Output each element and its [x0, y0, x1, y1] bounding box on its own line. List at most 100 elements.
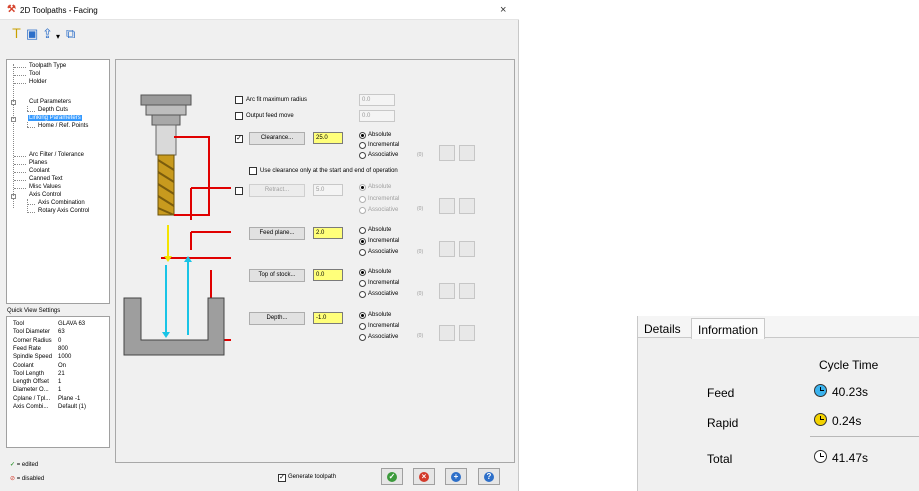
quick-view-row: Axis Combi... Default (1) [13, 404, 86, 410]
upload-icon[interactable]: ⇪ [42, 27, 53, 41]
info-tabs: Details Information [638, 316, 919, 339]
retract-incremental-label: Incremental [368, 196, 400, 202]
tree-item-holder[interactable]: Holder [29, 79, 47, 85]
feed-plane-value[interactable]: 2.0 [313, 227, 343, 239]
clearance-absolute-radio[interactable] [359, 132, 366, 139]
clearance-button[interactable]: Clearance... [249, 132, 305, 145]
output-feed-checkbox[interactable] [235, 112, 243, 120]
tree-item-canned-text[interactable]: Canned Text [29, 176, 63, 182]
tree-item-linking-parameters[interactable]: Linking Parameters [28, 115, 82, 121]
top-of-stock-select-button[interactable] [439, 283, 455, 299]
tree-item-home-ref-points[interactable]: Home / Ref. Points [38, 123, 88, 129]
add-button[interactable]: + [445, 468, 467, 485]
expand-icon[interactable]: - [11, 117, 16, 122]
depth-associative-radio[interactable] [359, 334, 366, 341]
quick-view-row: Coolant On [13, 363, 66, 369]
top-of-stock-associative-label: Associative [368, 291, 399, 297]
feed-plane-associative-label: Associative [368, 249, 399, 255]
retract-select-button[interactable] [439, 198, 455, 214]
top-of-stock-clear-button[interactable] [459, 283, 475, 299]
clearance-clear-button[interactable] [459, 145, 475, 161]
feed-label: Feed [707, 386, 735, 400]
close-button[interactable]: × [500, 4, 506, 16]
tree-item-tool[interactable]: Tool [29, 71, 40, 77]
tree-item-axis-combination[interactable]: Axis Combination [38, 200, 85, 206]
clearance-assoc-count: (0) [417, 152, 424, 158]
save-icon[interactable]: ▣ [26, 27, 38, 41]
retract-absolute-radio[interactable] [359, 184, 366, 191]
retract-assoc-count: (0) [417, 206, 424, 212]
expand-icon[interactable]: - [11, 194, 16, 199]
quick-view-value: On [58, 362, 67, 369]
output-feed-value[interactable]: 0.0 [359, 110, 395, 122]
top-of-stock-incremental-radio[interactable] [359, 280, 366, 287]
depth-assoc-count: (0) [417, 333, 424, 339]
top-of-stock-button[interactable]: Top of stock... [249, 269, 305, 282]
tree-item-rotary-axis-control[interactable]: Rotary Axis Control [38, 208, 89, 214]
feed-plane-clear-button[interactable] [459, 241, 475, 257]
top-of-stock-associative-radio[interactable] [359, 291, 366, 298]
quick-view-value: GLAVA 63 [58, 321, 86, 327]
feed-plane-button[interactable]: Feed plane... [249, 227, 305, 240]
retract-button[interactable]: Retract... [249, 184, 305, 197]
tree-item-label: Tool [29, 71, 41, 77]
depth-incremental-radio[interactable] [359, 323, 366, 330]
tree-item-planes[interactable]: Planes [29, 160, 47, 166]
retract-value[interactable]: 5.0 [313, 184, 343, 196]
window-title: 2D Toolpaths - Facing [20, 6, 98, 15]
tree-item-toolpath-type[interactable]: Toolpath Type [29, 63, 66, 69]
quick-view-value: Plane -1 [58, 395, 81, 402]
retract-incremental-radio[interactable] [359, 196, 366, 203]
export-icon[interactable]: ⧉ [66, 27, 75, 41]
quick-view-value: 1000 [58, 354, 72, 361]
tree-item-label: Arc Filter / Tolerance [29, 152, 84, 158]
top-of-stock-absolute-radio[interactable] [359, 269, 366, 276]
help-button[interactable]: ? [478, 468, 500, 485]
use-clearance-label: Use clearance only at the start and end … [260, 168, 398, 174]
depth-absolute-radio[interactable] [359, 312, 366, 319]
tree-item-depth-cuts[interactable]: Depth Cuts [38, 107, 68, 113]
depth-clear-button[interactable] [459, 325, 475, 341]
retract-checkbox[interactable] [235, 187, 243, 195]
retract-clear-button[interactable] [459, 198, 475, 214]
top-of-stock-value[interactable]: 0.0 [313, 269, 343, 281]
toolpath-dialog: ⚒ 2D Toolpaths - Facing × Ｔ ▣ ⇪ ▾ ⧉ Tool… [0, 0, 519, 491]
arc-fit-checkbox[interactable] [235, 96, 243, 104]
cancel-button[interactable]: × [413, 468, 435, 485]
arc-fit-value[interactable]: 0.0 [359, 94, 395, 106]
clearance-incremental-radio[interactable] [359, 142, 366, 149]
tree-item-cut-parameters[interactable]: Cut Parameters [29, 99, 71, 105]
tab-information[interactable]: Information [691, 318, 766, 339]
depth-button[interactable]: Depth... [249, 312, 305, 325]
tree-item-arc-filter[interactable]: Arc Filter / Tolerance [29, 152, 84, 158]
use-clearance-checkbox[interactable] [249, 167, 257, 175]
tree-item-misc-values[interactable]: Misc Values [29, 184, 61, 190]
dropdown-arrow-icon[interactable]: ▾ [56, 30, 60, 44]
depth-select-button[interactable] [439, 325, 455, 341]
clearance-select-button[interactable] [439, 145, 455, 161]
feed-plane-associative-radio[interactable] [359, 249, 366, 256]
retract-associative-radio[interactable] [359, 207, 366, 214]
background-strip [519, 0, 538, 491]
feed-plane-select-button[interactable] [439, 241, 455, 257]
linking-diagram [123, 94, 231, 356]
clearance-checkbox[interactable]: ✓ [235, 135, 243, 143]
tool-icon[interactable]: Ｔ [10, 27, 23, 41]
tab-details[interactable]: Details [644, 322, 681, 336]
clearance-associative-radio[interactable] [359, 152, 366, 159]
ok-button[interactable]: ✓ [381, 468, 403, 485]
generate-toolpath-checkbox[interactable]: ✓ [278, 474, 286, 482]
depth-absolute-label: Absolute [368, 312, 392, 318]
depth-value[interactable]: -1.0 [313, 312, 343, 324]
quick-view-value: Default (1) [58, 404, 87, 410]
expand-icon[interactable]: - [11, 100, 16, 105]
title-bar: ⚒ 2D Toolpaths - Facing × [0, 0, 519, 20]
quick-view-row: Length Offset 1 [13, 379, 61, 385]
depth-associative-label: Associative [368, 334, 399, 340]
clearance-value[interactable]: 25.0 [313, 132, 343, 144]
tree-item-coolant[interactable]: Coolant [29, 168, 50, 174]
clearance-incremental-label: Incremental [368, 142, 400, 148]
feed-plane-incremental-radio[interactable] [359, 238, 366, 245]
tree-item-axis-control[interactable]: Axis Control [29, 192, 61, 198]
feed-plane-absolute-radio[interactable] [359, 227, 366, 234]
